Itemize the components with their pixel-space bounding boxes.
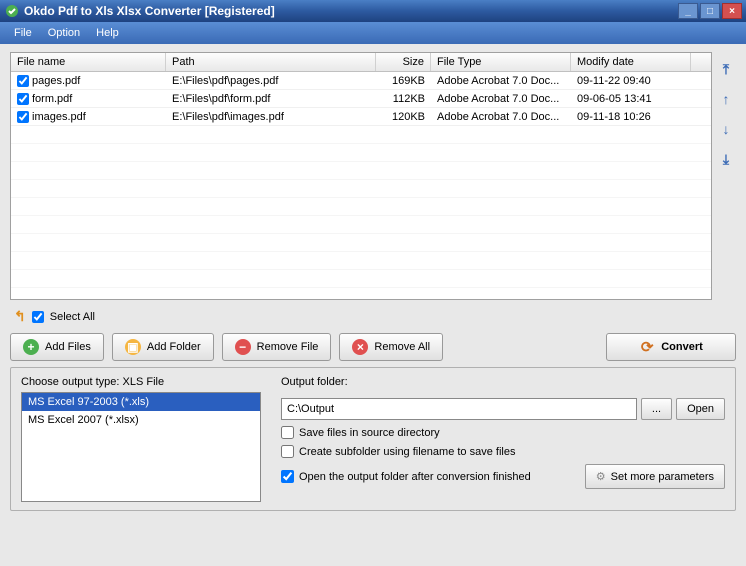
maximize-button[interactable]: □ (700, 3, 720, 19)
col-header-size[interactable]: Size (376, 53, 431, 71)
file-table: File name Path Size File Type Modify dat… (10, 52, 712, 300)
x-icon: × (352, 339, 368, 355)
convert-icon: ⟳ (639, 339, 655, 355)
cell-filename: pages.pdf (32, 75, 80, 87)
minus-icon: − (235, 339, 251, 355)
open-after-checkbox[interactable] (281, 470, 294, 483)
list-item[interactable]: MS Excel 97-2003 (*.xls) (22, 393, 260, 411)
list-item[interactable]: MS Excel 2007 (*.xlsx) (22, 411, 260, 429)
cell-filetype: Adobe Acrobat 7.0 Doc... (431, 92, 571, 106)
checkbox-label: Save files in source directory (299, 427, 440, 439)
cell-filetype: Adobe Acrobat 7.0 Doc... (431, 74, 571, 88)
table-row[interactable]: images.pdf E:\Files\pdf\images.pdf 120KB… (11, 108, 711, 126)
subfolder-checkbox[interactable] (281, 445, 294, 458)
remove-all-button[interactable]: ×Remove All (339, 333, 443, 361)
move-down-button[interactable]: ↓ (717, 120, 735, 138)
table-body: pages.pdf E:\Files\pdf\pages.pdf 169KB A… (11, 72, 711, 300)
col-header-modifydate[interactable]: Modify date (571, 53, 691, 71)
convert-button[interactable]: ⟳Convert (606, 333, 736, 361)
table-row[interactable]: pages.pdf E:\Files\pdf\pages.pdf 169KB A… (11, 72, 711, 90)
save-source-checkbox[interactable] (281, 426, 294, 439)
checkbox-label: Open the output folder after conversion … (299, 471, 531, 483)
select-all-label: Select All (50, 311, 95, 323)
add-folder-button[interactable]: ▣Add Folder (112, 333, 214, 361)
select-all-checkbox[interactable] (32, 311, 44, 323)
cell-filename: form.pdf (32, 93, 72, 105)
col-header-filename[interactable]: File name (11, 53, 166, 71)
menubar: File Option Help (0, 22, 746, 44)
titlebar: Okdo Pdf to Xls Xlsx Converter [Register… (0, 0, 746, 22)
cell-path: E:\Files\pdf\pages.pdf (166, 74, 376, 88)
cell-size: 169KB (376, 74, 431, 88)
window-title: Okdo Pdf to Xls Xlsx Converter [Register… (24, 4, 676, 18)
cell-filetype: Adobe Acrobat 7.0 Doc... (431, 110, 571, 124)
add-files-button[interactable]: +Add Files (10, 333, 104, 361)
set-more-parameters-button[interactable]: ⚙Set more parameters (585, 464, 725, 489)
folder-icon: ▣ (125, 339, 141, 355)
remove-file-button[interactable]: −Remove File (222, 333, 332, 361)
minimize-button[interactable]: _ (678, 3, 698, 19)
row-checkbox[interactable] (17, 111, 29, 123)
open-button[interactable]: Open (676, 398, 725, 420)
output-folder-label: Output folder: (281, 376, 725, 388)
browse-button[interactable]: ... (641, 398, 672, 420)
menu-help[interactable]: Help (88, 24, 127, 42)
row-checkbox[interactable] (17, 93, 29, 105)
cell-date: 09-06-05 13:41 (571, 92, 691, 106)
cell-date: 09-11-22 09:40 (571, 74, 691, 88)
table-row[interactable]: form.pdf E:\Files\pdf\form.pdf 112KB Ado… (11, 90, 711, 108)
cell-date: 09-11-18 10:26 (571, 110, 691, 124)
plus-icon: + (23, 339, 39, 355)
cell-path: E:\Files\pdf\form.pdf (166, 92, 376, 106)
app-icon (4, 3, 20, 19)
menu-file[interactable]: File (6, 24, 40, 42)
move-bottom-button[interactable]: ⤓ (717, 150, 735, 168)
empty-rows (11, 126, 711, 300)
cell-size: 112KB (376, 92, 431, 106)
checkbox-label: Create subfolder using filename to save … (299, 446, 515, 458)
cell-size: 120KB (376, 110, 431, 124)
cell-filename: images.pdf (32, 111, 86, 123)
up-folder-icon[interactable]: ↰ (14, 308, 26, 325)
move-up-button[interactable]: ↑ (717, 90, 735, 108)
col-header-path[interactable]: Path (166, 53, 376, 71)
close-button[interactable]: × (722, 3, 742, 19)
menu-option[interactable]: Option (40, 24, 88, 42)
move-top-button[interactable]: ⤒ (717, 60, 735, 78)
reorder-buttons: ⤒ ↑ ↓ ⤓ (716, 52, 736, 300)
cell-path: E:\Files\pdf\images.pdf (166, 110, 376, 124)
output-type-label: Choose output type: XLS File (21, 376, 261, 388)
table-header: File name Path Size File Type Modify dat… (11, 53, 711, 72)
gear-icon: ⚙ (596, 470, 606, 483)
output-type-listbox[interactable]: MS Excel 97-2003 (*.xls) MS Excel 2007 (… (21, 392, 261, 502)
col-header-filetype[interactable]: File Type (431, 53, 571, 71)
output-folder-input[interactable] (281, 398, 637, 420)
row-checkbox[interactable] (17, 75, 29, 87)
